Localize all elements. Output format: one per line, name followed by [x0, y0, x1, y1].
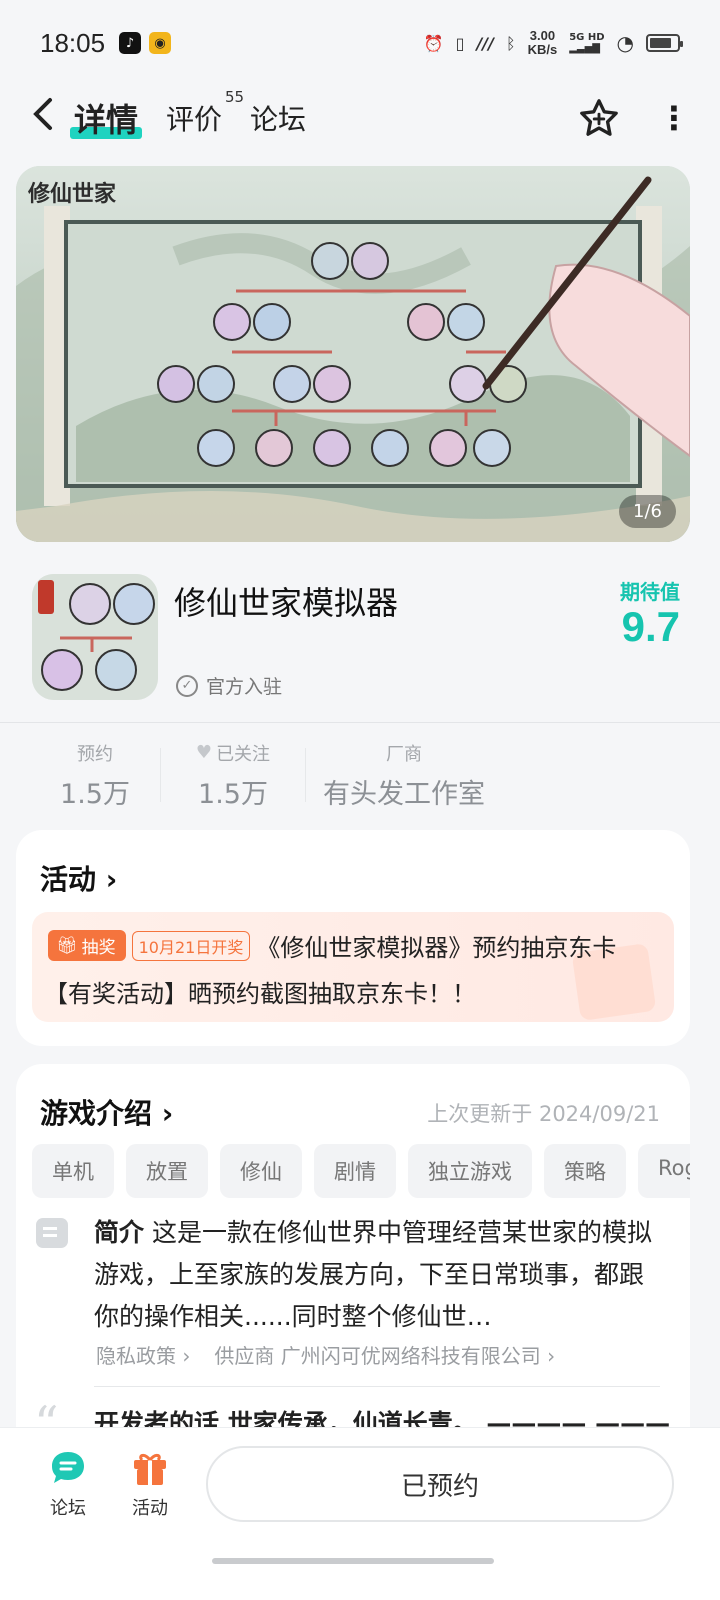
- intro-title: 游戏介绍: [40, 1097, 153, 1130]
- intro-section-header[interactable]: 游戏介绍 ›: [40, 1092, 173, 1132]
- privacy-policy-link[interactable]: 隐私政策 ›: [96, 1340, 190, 1369]
- signal-label: 5G HD: [569, 32, 605, 43]
- activity-item[interactable]: 🎁︎ 抽奖 10月21日开奖 《修仙世家模拟器》预约抽京东卡 【有奖活动】晒预约…: [32, 912, 674, 1022]
- back-button[interactable]: [30, 97, 74, 140]
- carousel-page-indicator: 1/6: [619, 495, 676, 528]
- forum-chat-icon: [52, 1452, 84, 1483]
- stat-followers-key: 已关注: [216, 743, 271, 765]
- chevron-right-icon: ›: [161, 1097, 174, 1130]
- game-summary[interactable]: 简介 这是一款在修仙世界中管理经营某世家的模拟游戏，上至家族的发展方向，下至日常…: [94, 1212, 660, 1338]
- privacy-policy-label: 隐私政策: [96, 1344, 176, 1368]
- expectation-value: 9.7: [621, 603, 680, 650]
- more-options-icon[interactable]: ⋮: [658, 102, 690, 134]
- gift-icon: [134, 1453, 166, 1485]
- stat-reservations-label: 预约: [77, 743, 113, 765]
- chevron-left-icon: [33, 97, 52, 130]
- heart-icon: ♥: [195, 742, 213, 763]
- tab-forum[interactable]: 论坛: [250, 98, 306, 138]
- stat-developer-value: 有头发工作室: [323, 778, 485, 810]
- home-indicator[interactable]: [212, 1558, 494, 1564]
- screenshot-carousel[interactable]: 修仙世家 1/6: [16, 166, 690, 542]
- activity-button[interactable]: 活动: [110, 1448, 190, 1520]
- summary-text: 这是一款在修仙世界中管理经营某世家的模拟游戏，上至家族的发展方向，下至日常琐事，…: [94, 1218, 652, 1331]
- stat-followers[interactable]: ♥ 已关注 1.5万: [161, 740, 305, 810]
- game-icon: [32, 574, 158, 700]
- tag-chip[interactable]: 放置: [126, 1144, 208, 1198]
- vibrate-icon: ▯: [455, 33, 465, 53]
- expectation-score: 期待值 9.7: [620, 576, 680, 649]
- game-info: 修仙世家模拟器 ✓ 官方入驻 期待值 9.7: [0, 560, 720, 722]
- stat-developer[interactable]: 厂商 有头发工作室: [306, 740, 502, 810]
- official-badge: ✓ 官方入驻: [176, 672, 282, 699]
- battery-icon: [646, 34, 683, 52]
- status-bar: 18:05 ♪ ◉ ⏰ ▯ /// ᛒ 3.00 KB/s 5G HD ▂▃▅▇…: [0, 0, 720, 86]
- status-time: 18:05: [40, 27, 106, 58]
- draw-date-tag: 10月21日开奖: [131, 930, 251, 961]
- tag-chip[interactable]: 独立游戏: [408, 1144, 532, 1198]
- banner-artwork: [16, 166, 690, 542]
- check-circle-icon: ✓: [176, 674, 198, 697]
- activity-item-title: 《修仙世家模拟器》预约抽京东卡: [256, 934, 617, 962]
- tag-chip[interactable]: 修仙: [220, 1144, 302, 1198]
- stat-reservations: 预约 1.5万: [30, 740, 160, 810]
- net-speed-value: 3.00: [529, 28, 556, 43]
- tag-chip[interactable]: Roguelike: [638, 1144, 690, 1198]
- game-title: 修仙世家模拟器: [174, 584, 399, 622]
- official-label: 官方入驻: [206, 676, 283, 698]
- document-icon: [36, 1218, 68, 1248]
- expectation-label: 期待值: [620, 580, 680, 604]
- supplier-link[interactable]: 供应商 广州闪可优网络科技有限公司 ›: [214, 1340, 555, 1369]
- tag-chip[interactable]: 策略: [544, 1144, 626, 1198]
- tab-details[interactable]: 详情: [69, 95, 143, 141]
- activity-section-header[interactable]: 活动 ›: [40, 858, 117, 898]
- activity-title: 活动: [40, 863, 97, 896]
- stat-followers-label: ♥ 已关注: [196, 740, 270, 766]
- forum-button[interactable]: 论坛: [28, 1448, 108, 1520]
- activity-card: 活动 › 🎁︎ 抽奖 10月21日开奖 《修仙世家模拟器》预约抽京东卡 【有奖活…: [16, 830, 690, 1046]
- bluetooth-icon: ᛒ: [505, 33, 516, 53]
- stat-followers-value: 1.5万: [198, 778, 268, 810]
- activity-item-desc: 【有奖活动】晒预约截图抽取京东卡！！: [44, 980, 476, 1008]
- tag-list: 单机 放置 修仙 剧情 独立游戏 策略 Roguelike: [32, 1144, 690, 1198]
- divider: [0, 722, 720, 723]
- summary-label: 简介: [94, 1218, 145, 1247]
- tab-reviews-label: 评价: [166, 103, 223, 136]
- lottery-tag-label: 抽奖: [81, 938, 116, 958]
- tag-chip[interactable]: 单机: [32, 1144, 114, 1198]
- nfc-icon: ///: [476, 33, 494, 53]
- stat-reservations-value: 1.5万: [60, 778, 130, 810]
- bottom-action-bar: 论坛 活动 已预约: [0, 1427, 720, 1600]
- favorite-star-icon[interactable]: [578, 97, 620, 139]
- game-intro-card: 游戏介绍 › 上次更新于 2024/09/21 单机 放置 修仙 剧情 独立游戏…: [16, 1064, 690, 1464]
- supplier-label: 供应商 广州闪可优网络科技有限公司: [214, 1344, 541, 1368]
- net-speed: 3.00 KB/s: [528, 29, 558, 57]
- net-speed-unit: KB/s: [527, 42, 558, 57]
- lottery-tag: 🎁︎ 抽奖: [48, 930, 126, 961]
- wifi-icon: ◔: [616, 31, 634, 55]
- gift-icon: 🎁︎: [56, 935, 78, 956]
- chevron-right-icon: ›: [105, 863, 118, 896]
- activity-button-label: 活动: [132, 1498, 168, 1519]
- reviews-count-badge: 55: [224, 88, 245, 106]
- game-app-icon: ◉: [149, 32, 172, 54]
- alarm-icon: ⏰: [423, 33, 444, 53]
- tag-chip[interactable]: 剧情: [314, 1144, 396, 1198]
- legal-links: 隐私政策 › 供应商 广州闪可优网络科技有限公司 ›: [96, 1340, 555, 1369]
- stat-developer-label: 厂商: [386, 743, 422, 765]
- tiktok-icon: ♪: [119, 32, 142, 54]
- signal-icon: 5G HD ▂▃▅▇: [569, 32, 605, 54]
- divider: [94, 1386, 660, 1387]
- top-nav: 详情 评价 55 论坛 ⋮: [0, 86, 720, 150]
- tab-reviews[interactable]: 评价 55: [166, 88, 244, 138]
- last-updated: 上次更新于 2024/09/21: [427, 1102, 660, 1126]
- forum-button-label: 论坛: [50, 1498, 86, 1519]
- reserved-button[interactable]: 已预约: [206, 1446, 674, 1522]
- game-icon-art: [32, 574, 158, 700]
- banner-game-logo: 修仙世家: [28, 181, 117, 207]
- stats-row: 预约 1.5万 ♥ 已关注 1.5万 厂商 有头发工作室: [30, 740, 690, 810]
